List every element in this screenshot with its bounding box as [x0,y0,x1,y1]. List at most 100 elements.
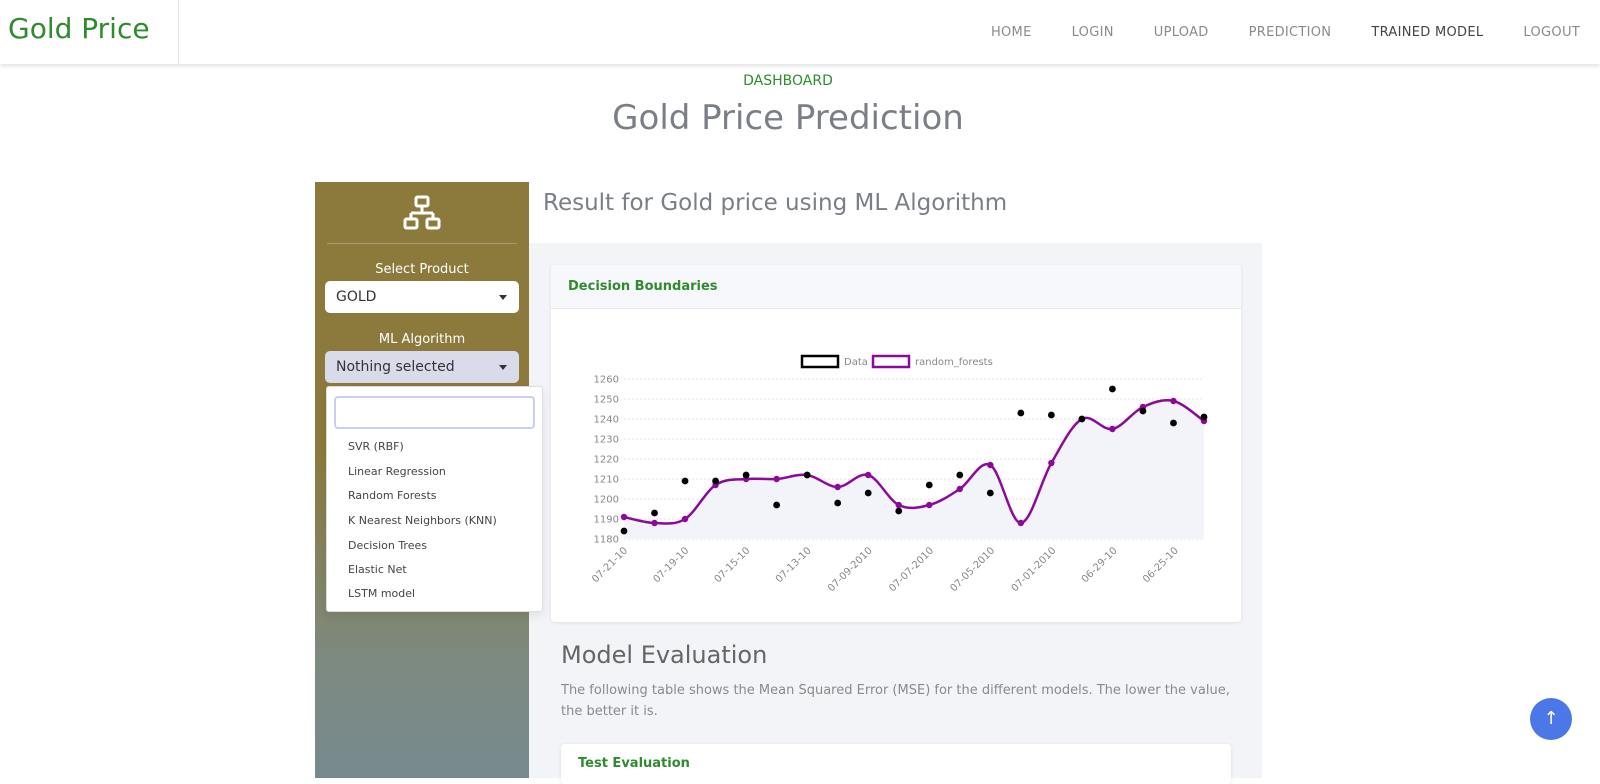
sitemap-icon [403,195,441,230]
test-evaluation-card: Test Evaluation [561,744,1231,784]
x-tick-label: 07-07-2010 [887,545,936,594]
forest-point [681,515,689,523]
data-point [1109,385,1116,393]
forest-point [895,501,902,509]
forest-point [1170,397,1177,405]
nav-login[interactable]: LOGIN [1072,25,1114,40]
select-product-label: Select Product [375,262,469,277]
data-point [712,477,719,485]
y-tick-label: 1180 [594,535,619,546]
data-point [1047,411,1055,419]
x-tick-label: 06-29-10 [1080,545,1120,585]
nav-prediction[interactable]: PREDICTION [1249,25,1332,40]
forest-point [865,471,872,479]
forest-point [956,485,963,493]
data-point [986,489,994,497]
y-tick-label: 1250 [594,395,619,406]
x-tick-label: 07-01-2010 [1010,545,1059,594]
forest-point [773,475,780,483]
sidebar-divider [327,243,517,244]
model-evaluation-description: The following table shows the Mean Squar… [561,683,1230,719]
data-point [1170,419,1177,427]
data-point [895,507,903,515]
nav-logout[interactable]: LOGOUT [1523,25,1580,40]
y-tick-label: 1260 [594,375,619,386]
data-point [681,477,689,485]
x-tick-label: 07-05-2010 [948,545,997,594]
option-elastic-net[interactable]: Elastic Net [348,563,407,576]
forest-point [987,461,994,469]
model-evaluation-title: Model Evaluation [561,641,768,669]
forest-point [620,513,628,521]
nav-home[interactable]: HOME [991,25,1032,40]
legend-swatch-random-forests [871,354,911,369]
legend-label-data: Data [844,357,868,368]
data-point [1139,407,1147,415]
option-decision-trees[interactable]: Decision Trees [348,539,427,552]
ml-algorithm-label: ML Algorithm [378,332,466,347]
brand-divider [178,0,179,64]
test-evaluation-title: Test Evaluation [578,756,690,771]
arrow-up-icon: ↑ [1543,708,1559,729]
caret-down-icon [499,365,507,370]
x-tick-label: 07-09-2010 [826,545,875,594]
product-select[interactable]: GOLD [325,281,519,313]
forest-point [1109,425,1116,433]
decision-boundaries-card: Decision Boundaries Data random_forests 11… [551,265,1241,622]
y-tick-label: 1220 [594,455,619,466]
nav-trained-model[interactable]: TRAINED MODEL [1371,25,1483,40]
card-title: Decision Boundaries [568,279,718,294]
x-tick-label: 07-19-10 [651,545,691,585]
algorithm-select[interactable]: Nothing selected [325,351,519,383]
data-point [956,471,964,479]
y-tick-label: 1240 [594,415,619,426]
forest-point [1048,459,1055,467]
page-title: Gold Price Prediction [612,98,964,138]
y-tick-label: 1190 [594,515,619,526]
data-point [742,471,750,479]
x-tick-label: 07-21-10 [590,545,630,585]
x-tick-label: 07-13-10 [774,545,814,585]
forest-point [926,501,933,509]
y-tick-label: 1230 [594,435,619,446]
data-point [620,527,628,535]
data-point [651,509,658,517]
dropdown-search-input[interactable] [334,396,535,429]
data-point [834,499,842,507]
data-point [803,471,811,479]
algorithm-select-value: Nothing selected [336,359,455,375]
option-svr-rbf[interactable]: SVR (RBF) [348,440,404,453]
data-point [864,489,872,497]
series-area-random-forests [624,400,1204,539]
scroll-to-top-button[interactable]: ↑ [1530,698,1572,740]
algorithm-dropdown-menu: SVR (RBF) Linear Regression Random Fores… [326,386,543,612]
option-knn[interactable]: K Nearest Neighbors (KNN) [348,514,497,527]
x-tick-label: 07-15-10 [713,545,753,585]
product-select-value: GOLD [336,289,377,305]
result-heading: Result for Gold price using ML Algorithm [543,190,1008,216]
forest-point [1017,519,1025,527]
data-point [1017,409,1025,417]
data-point [1200,413,1208,421]
x-tick-label: 06-25-10 [1141,545,1181,585]
y-tick-label: 1210 [594,475,619,486]
option-random-forests[interactable]: Random Forests [348,489,437,502]
legend-swatch-data [800,354,840,369]
data-point [1078,415,1086,423]
forest-point [651,519,658,527]
option-lstm-model[interactable]: LSTM model [348,587,415,600]
data-point [925,481,933,489]
legend-label-random-forests: random_forests [915,357,993,368]
card-header: Decision Boundaries [551,265,1241,309]
data-point [773,501,781,509]
top-navbar: Gold Price HOME LOGIN UPLOAD PREDICTION … [0,0,1600,64]
forest-point [834,483,841,491]
decision-boundaries-chart: Data random_forests 1180 1190 1200 1210 1220 12… [590,354,1208,594]
nav-links: HOME LOGIN UPLOAD PREDICTION TRAINED MOD… [951,0,1580,64]
brand-logo-text[interactable]: Gold Price [8,12,150,45]
caret-down-icon [499,295,507,300]
nav-upload[interactable]: UPLOAD [1154,25,1209,40]
y-tick-label: 1200 [594,495,619,506]
dashboard-eyebrow: DASHBOARD [743,73,833,89]
option-linear-regression[interactable]: Linear Regression [348,465,446,478]
